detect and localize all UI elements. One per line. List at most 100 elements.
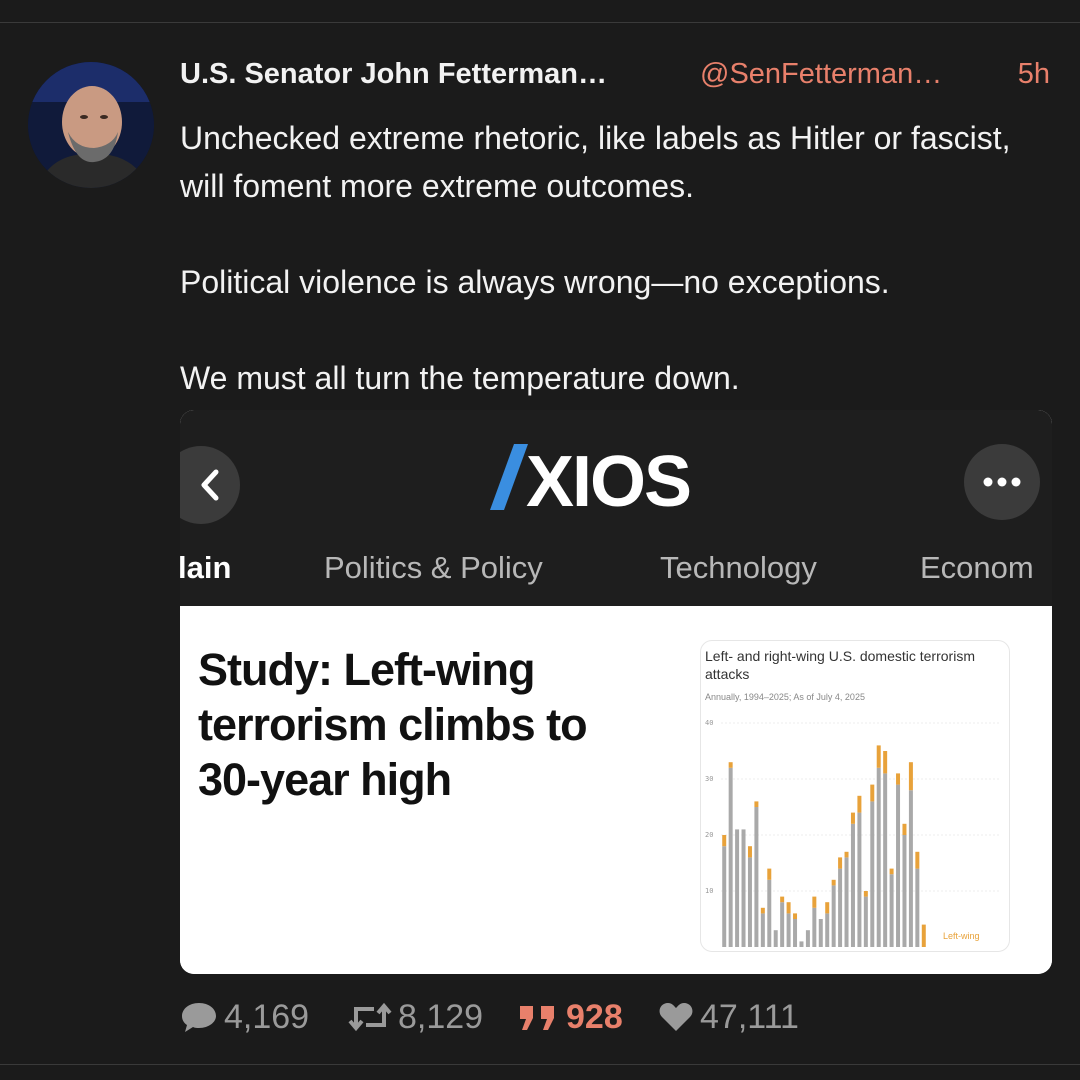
like-button[interactable]: 47,111 — [658, 994, 799, 1040]
bar-left-wing — [857, 795, 862, 813]
bar-right-wing — [760, 913, 765, 947]
bar-right-wing — [754, 807, 759, 947]
bar-right-wing — [799, 941, 804, 947]
chevron-left-icon — [201, 469, 219, 501]
bar-right-wing — [896, 784, 901, 947]
bar-left-wing — [850, 812, 855, 824]
comment-icon — [182, 1003, 216, 1032]
media-card[interactable]: XIOS lain Politics & Policy Technology E… — [180, 410, 1052, 974]
bar-left-wing — [767, 868, 772, 880]
quote-count: 928 — [566, 997, 623, 1036]
bar-left-wing — [793, 913, 798, 919]
chart-thumbnail: Left- and right-wing U.S. domestic terro… — [700, 640, 1010, 952]
section-nav: lain Politics & Policy Technology Econom — [180, 550, 1052, 590]
heart-icon — [659, 1003, 693, 1031]
bar-right-wing — [805, 930, 810, 947]
article-preview: Study: Left-wing terrorism climbs to 30-… — [180, 606, 1052, 974]
y-tick-label: 10 — [705, 887, 713, 895]
bar-right-wing — [876, 767, 881, 947]
bar-chart: 10 20 30 40 — [705, 719, 1001, 947]
quote-icon — [520, 1006, 554, 1030]
tweet-actions: 4,169 8,129 928 47,111 — [180, 994, 880, 1040]
bar-right-wing — [741, 829, 746, 947]
bar-right-wing — [735, 829, 740, 947]
bar-left-wing — [722, 835, 727, 847]
legend-left-wing: Left-wing — [943, 931, 980, 941]
bar-left-wing — [883, 751, 888, 774]
tweet-timestamp[interactable]: 5h — [1018, 58, 1050, 91]
bar-right-wing — [767, 879, 772, 947]
svg-text:XIOS: XIOS — [526, 442, 690, 512]
bar-left-wing — [921, 924, 926, 947]
bar-left-wing — [728, 762, 733, 768]
y-tick-label: 20 — [705, 831, 713, 839]
bar-right-wing — [825, 913, 830, 947]
more-options-button[interactable] — [964, 444, 1040, 520]
bar-right-wing — [863, 896, 868, 947]
tweet-paragraph: Political violence is always wrong—no ex… — [180, 264, 890, 300]
bar-left-wing — [863, 891, 868, 897]
retweet-count: 8,129 — [398, 997, 484, 1036]
bar-left-wing — [780, 896, 785, 903]
bar-left-wing — [889, 868, 894, 875]
bar-right-wing — [747, 857, 752, 947]
bar-left-wing — [896, 773, 901, 785]
bar-left-wing — [876, 745, 881, 768]
bar-right-wing — [793, 919, 798, 947]
bar-right-wing — [818, 919, 823, 947]
bar-right-wing — [889, 874, 894, 947]
bar-right-wing — [838, 868, 843, 947]
bar-right-wing — [831, 885, 836, 947]
retweet-button[interactable]: 8,129 — [348, 994, 483, 1040]
bar-right-wing — [812, 907, 817, 947]
tweet-text: Unchecked extreme rhetoric, like labels … — [180, 114, 1040, 402]
bar-right-wing — [722, 846, 727, 947]
y-tick-label: 40 — [705, 719, 713, 727]
quote-button[interactable]: 928 — [516, 994, 623, 1040]
reply-button[interactable]: 4,169 — [180, 994, 309, 1040]
ellipsis-icon — [983, 477, 1021, 487]
bar-left-wing — [908, 762, 913, 791]
bar-right-wing — [780, 902, 785, 947]
bar-left-wing — [915, 851, 920, 869]
back-button[interactable] — [180, 446, 240, 524]
y-tick-label: 30 — [705, 775, 713, 783]
bar-left-wing — [844, 851, 849, 858]
nav-tab-economy[interactable]: Econom — [920, 550, 1034, 586]
bar-left-wing — [902, 823, 907, 835]
retweet-icon — [348, 1002, 392, 1032]
nav-tab-technology[interactable]: Technology — [660, 550, 817, 586]
bar-right-wing — [850, 823, 855, 947]
bar-right-wing — [844, 857, 849, 947]
bar-left-wing — [786, 902, 791, 914]
bar-right-wing — [883, 773, 888, 947]
author-name[interactable]: U.S. Senator John Fetterman… — [180, 58, 607, 91]
bar-left-wing — [760, 907, 765, 914]
bar-left-wing — [825, 902, 830, 914]
bar-right-wing — [857, 812, 862, 947]
author-avatar[interactable] — [28, 62, 154, 188]
bottom-divider — [0, 1064, 1080, 1065]
article-headline[interactable]: Study: Left-wing terrorism climbs to 30-… — [198, 642, 628, 807]
nav-tab-main[interactable]: lain — [180, 550, 231, 586]
bar-left-wing — [747, 846, 752, 858]
reply-count: 4,169 — [224, 997, 310, 1036]
bar-right-wing — [870, 801, 875, 947]
bar-left-wing — [812, 896, 817, 908]
bar-left-wing — [870, 784, 875, 802]
tweet-paragraph: Unchecked extreme rhetoric, like labels … — [180, 120, 1011, 204]
bar-left-wing — [838, 857, 843, 869]
bar-right-wing — [902, 835, 907, 947]
author-handle[interactable]: @SenFetterman… — [700, 58, 942, 91]
bar-right-wing — [908, 790, 913, 947]
bar-left-wing — [754, 801, 759, 807]
bar-right-wing — [773, 930, 778, 947]
axios-logo: XIOS — [490, 442, 720, 522]
bar-right-wing — [915, 868, 920, 947]
tweet-header: U.S. Senator John Fetterman… @SenFetterm… — [180, 58, 1060, 98]
top-divider — [0, 22, 1080, 23]
axios-app-header: XIOS lain Politics & Policy Technology E… — [180, 410, 1052, 606]
tweet-paragraph: We must all turn the temperature down. — [180, 360, 740, 396]
nav-tab-politics[interactable]: Politics & Policy — [324, 550, 543, 586]
bar-right-wing — [728, 767, 733, 947]
